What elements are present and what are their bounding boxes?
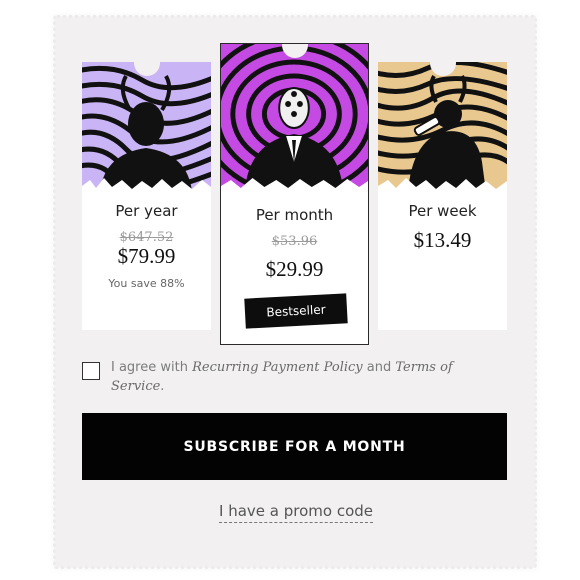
plan-label-year: Per year bbox=[115, 202, 178, 220]
plan-label-week: Per week bbox=[408, 202, 477, 220]
plan-art-week bbox=[378, 62, 507, 192]
agreement-text: I agree with Recurring Payment Policy an… bbox=[111, 358, 491, 396]
plan-card-week[interactable]: Per week $13.49 bbox=[378, 62, 507, 330]
agreement-suffix: . bbox=[160, 379, 165, 394]
plan-save-note-year: You save 88% bbox=[108, 277, 185, 290]
subscribe-button[interactable]: SUBSCRIBE FOR A MONTH bbox=[82, 413, 507, 480]
agreement-middle: and bbox=[362, 360, 396, 375]
plan-old-price-month: $53.96 bbox=[271, 234, 318, 249]
plan-price-year: $79.99 bbox=[117, 244, 176, 268]
plan-art-year bbox=[82, 62, 211, 192]
plan-price-week: $13.49 bbox=[413, 228, 472, 252]
plan-art-month bbox=[221, 44, 368, 192]
plan-price-month: $29.99 bbox=[265, 257, 324, 281]
plan-card-month[interactable]: Per month $53.96 $29.99 Bestseller bbox=[220, 43, 369, 345]
recurring-payment-policy-link[interactable]: Recurring Payment Policy bbox=[192, 360, 363, 375]
bestseller-badge: Bestseller bbox=[244, 293, 348, 329]
promo-code-link[interactable]: I have a promo code bbox=[219, 502, 373, 523]
agreement-prefix: I agree with bbox=[111, 360, 193, 375]
plan-card-year[interactable]: Per year $647.52 $79.99 You save 88% bbox=[82, 62, 211, 330]
plan-label-month: Per month bbox=[255, 206, 334, 224]
agree-checkbox[interactable] bbox=[82, 362, 100, 380]
plan-old-price-year: $647.52 bbox=[119, 230, 174, 245]
